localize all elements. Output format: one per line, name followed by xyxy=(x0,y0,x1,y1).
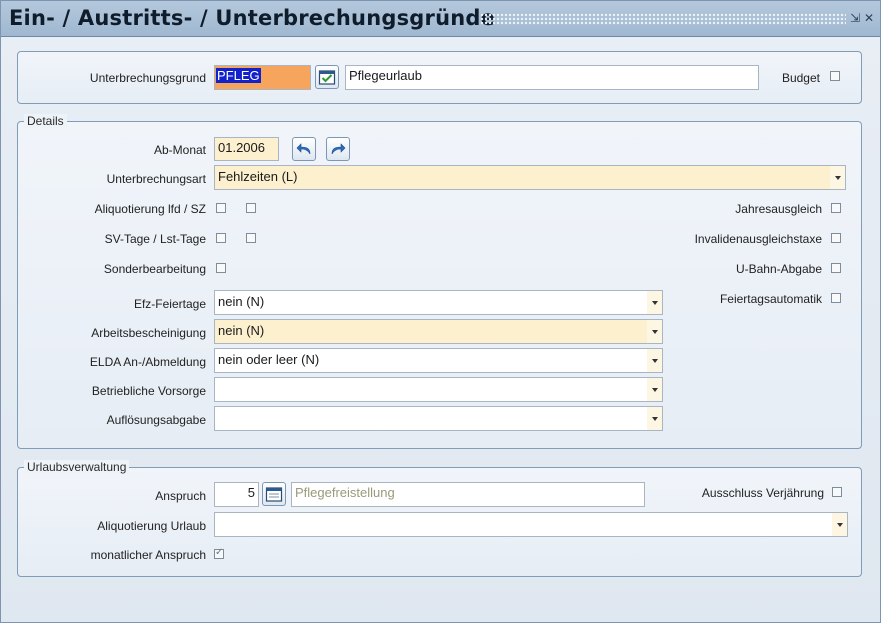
minimize-icon[interactable]: ⇲ xyxy=(849,11,861,25)
unterbrechungsart-value: Fehlzeiten (L) xyxy=(218,169,298,184)
previous-month-arrow-icon[interactable] xyxy=(292,137,316,161)
aliquotierung-urlaub-label: Aliquotierung Urlaub xyxy=(97,519,206,533)
monatlicher-anspruch-checkbox[interactable] xyxy=(214,547,224,559)
lst-tage-checkbox[interactable] xyxy=(246,233,256,243)
unterbrechungsgrund-text-input[interactable]: Pflegeurlaub xyxy=(345,65,759,90)
calendar-list-icon[interactable] xyxy=(262,482,286,506)
arbeitsbescheinigung-label: Arbeitsbescheinigung xyxy=(91,326,206,340)
aliquotierung-lfd-sz-label: Aliquotierung lfd / SZ xyxy=(94,202,206,216)
chevron-down-icon[interactable] xyxy=(647,349,662,372)
chevron-down-icon[interactable] xyxy=(647,378,662,401)
aufloesungsabgabe-select[interactable] xyxy=(214,406,663,431)
anspruch-text-input[interactable]: Pflegefreistellung xyxy=(291,482,645,507)
aliquotierung-sz-checkbox[interactable] xyxy=(246,203,256,213)
elda-label: ELDA An-/Abmeldung xyxy=(89,355,206,369)
efz-feiertage-label: Efz-Feiertage xyxy=(133,297,206,311)
header-panel: Unterbrechungsgrund PFLEG Pflegeurlaub B… xyxy=(17,51,862,104)
calendar-check-icon[interactable] xyxy=(315,65,339,89)
arbeitsbescheinigung-value: nein (N) xyxy=(218,323,265,338)
betriebliche-vorsorge-select[interactable] xyxy=(214,377,663,402)
anspruch-input[interactable]: 5 xyxy=(214,482,259,507)
jahresausgleich-checkbox[interactable] xyxy=(831,203,841,213)
chevron-down-icon[interactable] xyxy=(647,320,662,343)
aufloesungsabgabe-label: Auflösungsabgabe xyxy=(106,413,206,427)
invalidenausgleichstaxe-label: Invalidenausgleichstaxe xyxy=(694,232,822,246)
urlaubsverwaltung-legend: Urlaubsverwaltung xyxy=(24,460,130,474)
aliquotierung-urlaub-select[interactable] xyxy=(214,512,848,537)
betriebliche-vorsorge-label: Betriebliche Vorsorge xyxy=(91,384,206,398)
window-title: Ein- / Austritts- / Unterbrechungsgründe xyxy=(9,6,496,30)
details-panel: Details Ab-Monat 01.2006 Unterbrechungsa… xyxy=(17,114,862,449)
urlaubsverwaltung-panel: Urlaubsverwaltung Anspruch 5 Pflegefreis… xyxy=(17,460,862,577)
unterbrechungsgrund-code-value: PFLEG xyxy=(216,68,261,83)
sonderbearbeitung-label: Sonderbearbeitung xyxy=(103,262,206,276)
elda-select[interactable]: nein oder leer (N) xyxy=(214,348,663,373)
ab-monat-input[interactable]: 01.2006 xyxy=(214,137,279,161)
u-bahn-abgabe-label: U-Bahn-Abgabe xyxy=(735,262,822,276)
title-bar-grip xyxy=(480,13,846,25)
chevron-down-icon[interactable] xyxy=(832,513,847,536)
ab-monat-label: Ab-Monat xyxy=(153,143,206,157)
unterbrechungsart-label: Unterbrechungsart xyxy=(106,172,206,186)
ausschluss-verjaehrung-label: Ausschluss Verjährung xyxy=(701,486,824,500)
unterbrechungsgrund-label: Unterbrechungsgrund xyxy=(89,71,206,85)
chevron-down-icon[interactable] xyxy=(830,166,845,189)
jahresausgleich-label: Jahresausgleich xyxy=(735,202,822,216)
efz-feiertage-select[interactable]: nein (N) xyxy=(214,290,663,315)
invalidenausgleichstaxe-checkbox[interactable] xyxy=(831,233,841,243)
unterbrechungsgrund-code-input[interactable]: PFLEG xyxy=(214,65,311,90)
budget-label: Budget xyxy=(781,71,820,85)
close-icon[interactable]: ✕ xyxy=(863,11,875,25)
aliquotierung-lfd-checkbox[interactable] xyxy=(216,203,226,213)
ausschluss-verjaehrung-checkbox[interactable] xyxy=(832,487,842,497)
sv-lst-tage-label: SV-Tage / Lst-Tage xyxy=(104,232,206,246)
chevron-down-icon[interactable] xyxy=(647,291,662,314)
feiertagsautomatik-checkbox[interactable] xyxy=(831,293,841,303)
arbeitsbescheinigung-select[interactable]: nein (N) xyxy=(214,319,663,344)
anspruch-label: Anspruch xyxy=(155,489,206,503)
chevron-down-icon[interactable] xyxy=(647,407,662,430)
monatlicher-anspruch-label: monatlicher Anspruch xyxy=(90,548,206,562)
title-bar: Ein- / Austritts- / Unterbrechungsgründe… xyxy=(1,1,880,37)
sonderbearbeitung-checkbox[interactable] xyxy=(216,263,226,273)
efz-feiertage-value: nein (N) xyxy=(218,294,265,309)
u-bahn-abgabe-checkbox[interactable] xyxy=(831,263,841,273)
sv-tage-checkbox[interactable] xyxy=(216,233,226,243)
next-month-arrow-icon[interactable] xyxy=(326,137,350,161)
dialog-window: Ein- / Austritts- / Unterbrechungsgründe… xyxy=(0,0,881,623)
details-legend: Details xyxy=(24,114,67,128)
feiertagsautomatik-label: Feiertagsautomatik xyxy=(719,292,822,306)
budget-checkbox[interactable] xyxy=(830,71,840,81)
elda-value: nein oder leer (N) xyxy=(218,352,320,367)
unterbrechungsart-select[interactable]: Fehlzeiten (L) xyxy=(214,165,846,190)
